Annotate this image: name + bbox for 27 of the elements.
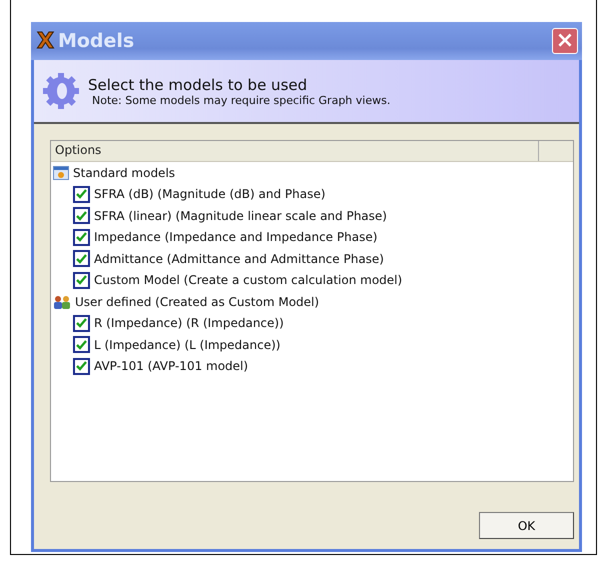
window-title: Models (58, 30, 136, 52)
model-label: Impedance (Impedance and Impedance Phase) (94, 230, 378, 244)
header-note: Note: Some models may require specific Graph views. (91, 94, 390, 106)
checkbox[interactable] (73, 228, 90, 246)
checkbox[interactable] (73, 358, 90, 375)
checkbox[interactable] (73, 207, 90, 224)
model-label: Admittance (Admittance and Admittance Phase) (94, 252, 384, 266)
model-label: SFRA (linear) (Magnitude linear scale and Phase) (94, 208, 387, 223)
model-label: R (Impedance) (R (Impedance)) (94, 316, 284, 330)
folder-icon (53, 166, 69, 180)
model-label: SFRA (dB) (Magnitude (dB) and Phase) (94, 187, 326, 202)
app-logo: X (37, 28, 54, 54)
close-button[interactable]: × (552, 28, 578, 54)
group-label: Standard models (73, 166, 176, 180)
users-icon (53, 294, 71, 309)
checkbox[interactable] (73, 314, 90, 332)
checkbox[interactable] (73, 272, 90, 289)
checkbox[interactable] (73, 336, 90, 354)
ok-button[interactable]: OK (479, 512, 574, 539)
gear-icon (42, 72, 80, 110)
checkbox[interactable] (73, 250, 90, 268)
model-label: Custom Model (Create a custom calculation model) (94, 273, 402, 288)
header-title: Select the models to be used (88, 76, 308, 94)
model-label: AVP-101 (AVP-101 model) (94, 359, 248, 374)
group-label: User defined (Created as Custom Model) (75, 294, 320, 309)
checkbox[interactable] (73, 186, 90, 203)
model-label: L (Impedance) (L (Impedance)) (94, 338, 280, 352)
